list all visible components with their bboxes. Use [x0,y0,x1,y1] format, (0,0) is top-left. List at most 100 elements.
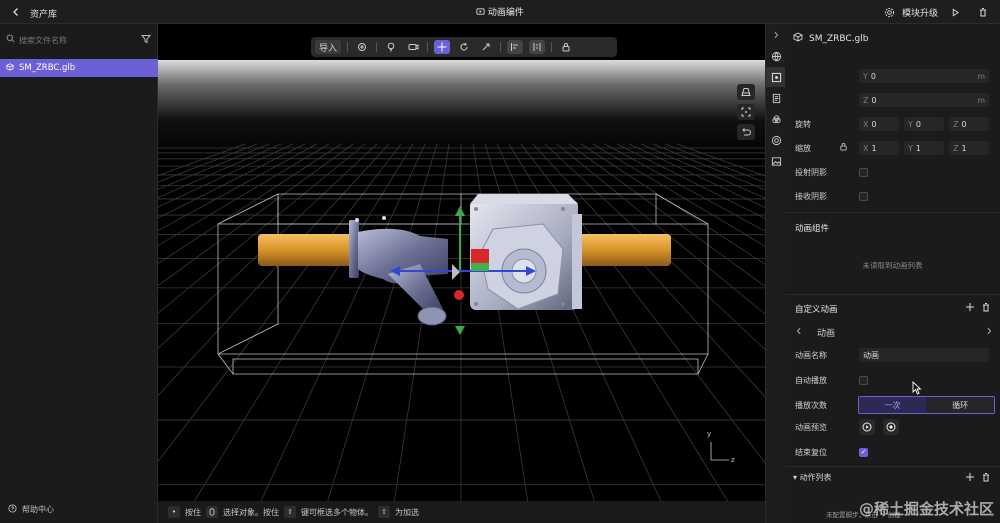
rotation-z-input[interactable]: Z0 [949,117,989,131]
trash-icon[interactable] [981,302,991,315]
cast-shadow-row: 投射阴影 [795,164,995,180]
help-center-link[interactable]: 帮助中心 [8,504,54,515]
panel-title: SM_ZRBC.glb [793,32,868,45]
rotation-y-input[interactable]: Y0 [904,117,944,131]
material-icon[interactable] [766,109,786,129]
autoplay-label: 自动播放 [795,375,827,385]
anim-component-title: 动画组件 [795,224,830,234]
add-action-icon[interactable] [965,472,975,485]
mouse-left-icon: • [168,506,180,518]
environment-icon[interactable] [766,130,786,150]
play-count-label: 播放次数 [795,400,827,410]
move-tool-icon[interactable] [434,40,451,54]
module-upgrade-button[interactable]: 模块升级 [902,4,938,20]
action-list-header[interactable]: ▾ 动作列表 [793,472,832,483]
position-z-row: Z 0 m [795,92,995,108]
align-center-icon[interactable] [529,40,546,54]
trash-icon[interactable] [976,4,990,20]
trash-icon[interactable] [981,472,991,485]
3d-viewport[interactable]: 导入 y z • 按住 选择对象。按住 ⇧ 键可框选多个物体。 ⇧ 为加选 [158,24,765,523]
pipe-right [573,234,671,266]
scale-tool-icon[interactable] [478,40,494,54]
unit-label: m [977,71,985,81]
position-y-input[interactable]: Y 0 m [859,69,989,83]
scale-z-value: 1 [961,143,967,153]
unit-label: m [977,95,985,105]
anim-name-input[interactable]: 动画 [859,348,989,362]
anim-navigator: 动画 [795,324,993,340]
preview-stop-icon[interactable] [883,419,899,435]
add-model-icon[interactable] [354,40,370,54]
play-loop-option[interactable]: 循环 [926,397,995,413]
preview-play-icon[interactable] [859,419,875,435]
image-icon[interactable] [766,151,786,171]
anim-empty-text: 未读取到动画列表 [862,261,923,270]
cast-shadow-checkbox[interactable] [859,167,868,177]
cube-icon [6,62,14,74]
divider [785,466,1000,467]
prev-anim-icon[interactable] [795,327,803,338]
viewport-side-tools [737,84,755,140]
perspective-icon[interactable] [737,84,755,100]
scale-row: 缩放 X1 Y1 Z1 [795,140,995,156]
next-anim-icon[interactable] [985,327,993,338]
scale-x-input[interactable]: X1 [859,141,899,155]
position-y-row: Y 0 m [795,68,995,84]
axis-label: Z [953,119,959,129]
rotation-x-value: 0 [871,119,877,129]
rotation-row: 旋转 X0 Y0 Z0 [795,116,995,132]
document-icon[interactable] [766,88,786,108]
custom-anim-title: 自定义动画 [795,305,838,315]
object-props-icon[interactable] [766,67,786,87]
collapse-arrow-icon[interactable] [766,25,786,45]
rotation-z-value: 0 [961,119,967,129]
rotation-y-value: 0 [915,119,921,129]
axis-label: X [863,119,869,129]
play-count-row: 播放次数 一次 循环 [795,395,995,415]
panel-title-text: SM_ZRBC.glb [809,33,869,44]
position-z-value: 0 [871,95,877,105]
play-once-option[interactable]: 一次 [858,397,927,413]
lock-icon[interactable] [558,40,574,54]
rotate-tool-icon[interactable] [456,40,472,54]
axis-y-label: y [707,430,712,438]
search-input[interactable] [19,35,129,45]
axis-label: Y [863,71,868,81]
status-text-1: 按住 [185,507,201,517]
axis-label: Y [908,119,913,129]
align-left-icon[interactable] [507,40,524,54]
play-icon[interactable] [948,4,962,20]
add-anim-icon[interactable] [965,302,975,315]
shift-key-icon-2: ⇧ [378,506,390,518]
cube-icon [793,32,803,45]
anim-name-row: 动画名称 动画 [795,347,995,363]
camera-icon[interactable] [405,40,421,54]
autoplay-checkbox[interactable] [859,375,868,385]
pipe-left [258,234,358,266]
toolbar-separator [347,42,349,52]
filter-icon[interactable] [140,34,152,47]
chevron-icon: ▾ [793,473,798,482]
lock-icon[interactable] [839,142,859,154]
rotation-x-input[interactable]: X0 [859,117,899,131]
import-button[interactable]: 导入 [315,40,342,54]
light-icon[interactable] [383,40,399,54]
search-box[interactable] [6,32,134,48]
reset-checkbox[interactable]: ✓ [859,447,868,457]
scale-z-input[interactable]: Z1 [949,141,989,155]
divider [785,294,1000,295]
scale-y-input[interactable]: Y1 [904,141,944,155]
toolbar-separator [551,42,553,52]
position-z-input[interactable]: Z 0 m [859,93,989,107]
reset-view-icon[interactable] [737,124,755,140]
focus-icon[interactable] [737,104,755,120]
receive-shadow-checkbox[interactable] [859,191,868,201]
panel-icon-strip [765,24,786,523]
animation-icon [476,8,488,18]
scene-canvas [158,24,765,523]
gear-icon[interactable] [882,4,896,20]
globe-icon[interactable] [766,46,786,66]
toolbar-separator [500,42,502,52]
asset-list-item[interactable]: SM_ZRBC.glb [0,59,158,77]
scale-label: 缩放 [795,143,811,153]
